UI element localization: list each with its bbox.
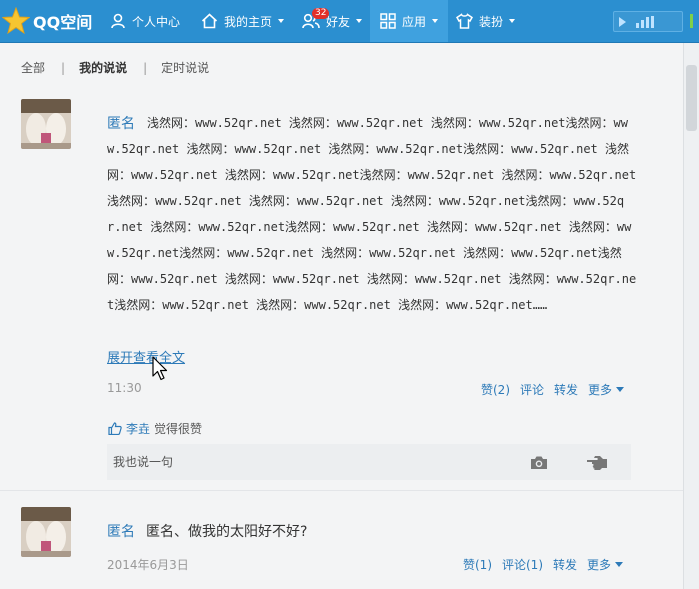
tab-all[interactable]: 全部 <box>21 59 45 76</box>
more-button[interactable]: 更多 <box>588 381 625 398</box>
avatar-image <box>21 507 71 557</box>
liked-text: 觉得很赞 <box>154 422 203 436</box>
post-actions: 赞(2) 评论 转发 更多 <box>481 381 625 398</box>
tab-scheduled-posts[interactable]: 定时说说 <box>161 59 209 76</box>
nav-dress-up[interactable]: 装扮 <box>456 0 516 42</box>
comment-button[interactable]: 评论 <box>520 381 544 398</box>
likes-summary: 李垚 觉得很赞 <box>108 420 202 437</box>
scrollbar[interactable] <box>683 43 699 589</box>
camera-icon <box>531 456 547 469</box>
star-logo-icon <box>2 7 30 35</box>
feed-filter-tabs: 全部 | 我的说说 | 定时说说 <box>21 59 209 76</box>
thumbs-up-icon <box>108 422 122 435</box>
chevron-down-icon <box>616 387 625 392</box>
share-button[interactable]: 转发 <box>554 381 578 398</box>
tab-divider: | <box>61 60 66 75</box>
post-author[interactable]: 匿名 <box>107 521 135 541</box>
share-button[interactable]: 转发 <box>553 556 577 573</box>
nav-label: 装扮 <box>479 14 504 29</box>
comment-button[interactable]: 评论(1) <box>502 556 543 573</box>
music-player-widget[interactable] <box>613 11 683 32</box>
post-time: 11:30 <box>107 381 142 395</box>
nav-label: 好友 <box>326 14 351 29</box>
signal-indicator-icon <box>690 14 693 28</box>
like-button[interactable]: 赞(2) <box>481 381 510 398</box>
volume-bars-icon <box>636 15 654 28</box>
nav-friends[interactable]: 32 好友 <box>302 0 363 42</box>
chevron-down-icon <box>278 19 285 23</box>
avatar-image <box>21 99 71 149</box>
nav-personal-center[interactable]: 个人中心 <box>110 0 180 42</box>
friend-count-badge: 32 <box>312 8 330 19</box>
chevron-down-icon <box>432 19 439 23</box>
post-time: 2014年6月3日 <box>107 558 189 572</box>
post-actions: 赞(1) 评论(1) 转发 更多 <box>463 556 624 573</box>
user-icon <box>111 13 125 29</box>
tab-my-posts[interactable]: 我的说说 <box>79 59 127 76</box>
post-text: 浅然网：www.52qr.net 浅然网：www.52qr.net 浅然网：ww… <box>107 116 637 312</box>
play-icon[interactable] <box>619 16 626 27</box>
scrollbar-thumb[interactable] <box>686 65 697 131</box>
nav-label: 个人中心 <box>132 14 181 29</box>
tshirt-icon <box>456 13 473 29</box>
tab-divider: | <box>143 60 148 75</box>
like-button[interactable]: 赞(1) <box>463 556 492 573</box>
qzone-logo[interactable]: QQ空间 <box>2 6 92 36</box>
more-label: 更多 <box>587 558 612 572</box>
more-label: 更多 <box>588 383 613 397</box>
poke-button[interactable] <box>568 444 626 480</box>
nav-label: 我的主页 <box>224 14 273 29</box>
brand-text: QQ空间 <box>33 13 93 32</box>
camera-button[interactable] <box>510 444 568 480</box>
mouse-cursor-icon <box>152 356 168 381</box>
post-divider <box>0 490 683 491</box>
comment-input[interactable] <box>107 444 507 480</box>
expand-full-text-link[interactable]: 展开查看全文 <box>107 347 185 366</box>
post-text: 匿名、做我的太阳好不好? <box>146 524 308 540</box>
chevron-down-icon <box>356 19 363 23</box>
avatar[interactable] <box>21 507 71 557</box>
nav-apps[interactable]: 应用 <box>370 0 449 42</box>
liker-name[interactable]: 李垚 <box>126 420 150 437</box>
pointing-hand-icon <box>587 455 607 470</box>
avatar[interactable] <box>21 99 71 149</box>
nav-label: 应用 <box>402 14 427 29</box>
chevron-down-icon <box>509 19 516 23</box>
home-icon <box>201 13 218 29</box>
chevron-down-icon <box>615 562 624 567</box>
comment-box <box>107 444 631 480</box>
nav-my-homepage[interactable]: 我的主页 <box>201 0 285 42</box>
apps-grid-icon <box>380 13 396 29</box>
more-button[interactable]: 更多 <box>587 556 624 573</box>
top-nav-bar: QQ空间 个人中心 我的主页 32 好友 应用 装扮 <box>0 0 699 43</box>
